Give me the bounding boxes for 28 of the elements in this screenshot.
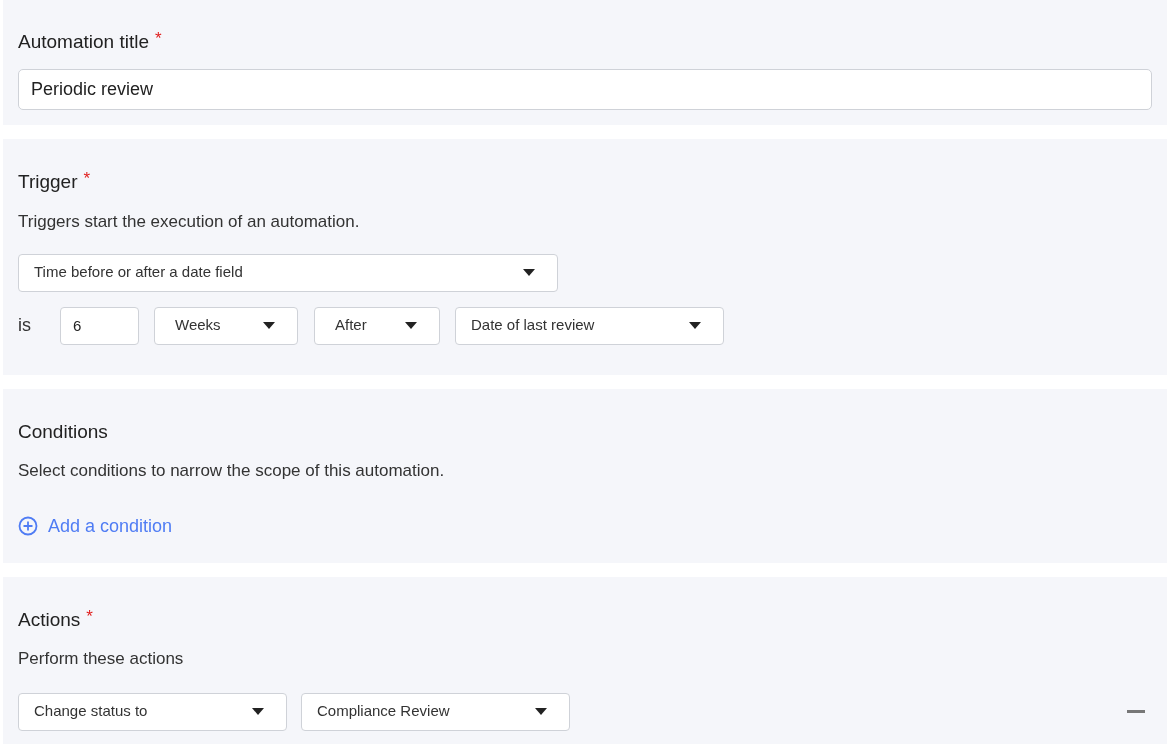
- minus-icon: [1127, 710, 1145, 713]
- caret-icon: [405, 322, 417, 329]
- dropdown[interactable]: Date of last review: [455, 306, 724, 345]
- caret-icon: [689, 322, 701, 329]
- section-description: Select conditions to narrow the scope of this automation.: [18, 460, 446, 482]
- add-condition-link[interactable]: Add a condition: [18, 512, 173, 540]
- caret-icon: [523, 269, 535, 276]
- section-title: Actions: [18, 607, 81, 632]
- required-asterisk: *: [86, 606, 93, 629]
- caret-icon: [535, 708, 547, 715]
- amount-input[interactable]: 6: [60, 306, 139, 345]
- plus-circle-icon: [18, 516, 38, 536]
- dropdown[interactable]: Time before or after a date field: [18, 253, 558, 292]
- caret-icon: [252, 708, 264, 715]
- required-asterisk: *: [154, 28, 162, 51]
- section-title: Conditions: [18, 419, 108, 444]
- title-input[interactable]: Periodic review: [18, 69, 1152, 110]
- section-title: Trigger: [18, 169, 78, 194]
- dropdown[interactable]: Change status to: [18, 692, 287, 731]
- section-title: Automation title: [18, 29, 149, 54]
- section-description: Perform these actions: [18, 648, 185, 670]
- dropdown[interactable]: Compliance Review: [301, 692, 570, 731]
- dropdown[interactable]: After: [314, 306, 440, 345]
- section-description: Triggers start the execution of an automation.: [18, 211, 361, 233]
- required-asterisk: *: [83, 168, 91, 191]
- is-label: is: [18, 314, 32, 337]
- caret-icon: [263, 322, 275, 329]
- dropdown[interactable]: Weeks: [154, 306, 298, 345]
